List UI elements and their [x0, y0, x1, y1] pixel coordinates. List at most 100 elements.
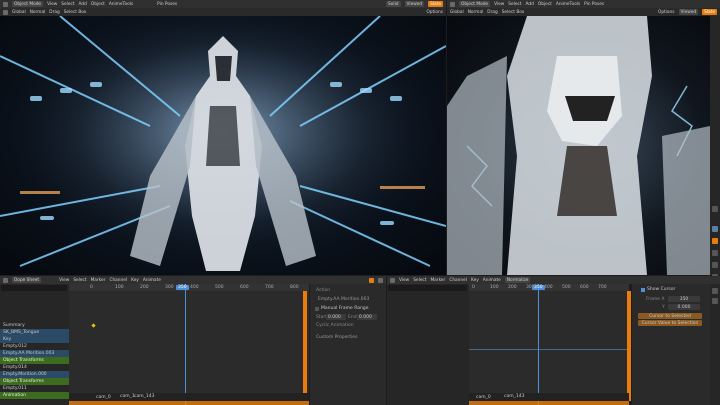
- menu-select[interactable]: Select: [73, 278, 86, 283]
- graph-current-frame[interactable]: 350: [532, 285, 545, 290]
- drag-dropdown[interactable]: Drag: [49, 10, 59, 15]
- constraint-icon[interactable]: [712, 250, 718, 256]
- cursor-frame-field[interactable]: 350: [668, 296, 700, 302]
- view-tab-icon[interactable]: [712, 298, 718, 304]
- editor-type-icon[interactable]: [3, 1, 8, 7]
- menu-view[interactable]: View: [59, 278, 69, 283]
- dopesheet-timeline[interactable]: [69, 284, 309, 405]
- editor-type-icon[interactable]: [3, 277, 8, 283]
- object-icon[interactable]: [712, 238, 718, 244]
- show-cursor-checkbox[interactable]: [641, 288, 645, 292]
- viewport-right[interactable]: [447, 16, 710, 275]
- menu-animate[interactable]: Animate: [483, 278, 501, 283]
- menu-marker[interactable]: Marker: [91, 278, 106, 283]
- action-name[interactable]: Empty.AA Morition.003: [318, 297, 369, 302]
- channel-row[interactable]: Empty.Morition.000: [0, 371, 69, 378]
- channel-row[interactable]: SK_BMS_Tongue: [0, 329, 69, 336]
- shading-button[interactable]: Viewed: [678, 9, 699, 15]
- editor-type-icon[interactable]: [390, 277, 395, 283]
- menu-view[interactable]: View: [494, 2, 504, 7]
- marker-cam-0[interactable]: cam_0: [96, 395, 111, 400]
- marker-cam-143[interactable]: cam_143: [134, 394, 154, 399]
- playhead-line[interactable]: [185, 284, 186, 405]
- menu-animetools[interactable]: AnimeTools: [109, 2, 133, 7]
- viewport-right-subheader: Global Normal Drag Select Box Options Vi…: [447, 8, 720, 16]
- channel-row[interactable]: Empty.AA Morition.003: [0, 350, 69, 357]
- channel-row[interactable]: Empty.014: [0, 364, 69, 371]
- menu-channel[interactable]: Channel: [449, 278, 467, 283]
- manual-frame-range-checkbox[interactable]: [315, 307, 319, 311]
- current-frame-indicator[interactable]: 350: [176, 285, 189, 290]
- cyclic-animation-label[interactable]: Cyclic Animation: [316, 323, 354, 328]
- dopesheet-scrollbar[interactable]: [69, 401, 309, 405]
- channel-row[interactable]: Key: [0, 336, 69, 343]
- menu-key[interactable]: Key: [471, 278, 479, 283]
- graph-area[interactable]: [469, 284, 629, 405]
- drag-dropdown[interactable]: Drag: [487, 10, 497, 15]
- transform-icon[interactable]: [3, 9, 8, 15]
- select-box-dropdown[interactable]: Select Box: [502, 10, 525, 15]
- menu-add[interactable]: Add: [79, 2, 87, 7]
- filter-icon[interactable]: [369, 277, 374, 283]
- channel-row[interactable]: Object Transforms: [0, 357, 69, 364]
- menu-animate[interactable]: Animate: [143, 278, 161, 283]
- graph-marker-cam-143[interactable]: cam_143: [504, 394, 524, 399]
- overlay-button[interactable]: Solid: [386, 1, 401, 7]
- transform-orientation[interactable]: Global: [12, 10, 26, 15]
- channel-row[interactable]: Animation: [0, 392, 69, 399]
- cursor-to-selected-button[interactable]: Cursor to Selected: [638, 313, 702, 319]
- channel-label: Empty.AA Morition.003: [3, 351, 55, 356]
- render-button[interactable]: Slate: [428, 1, 443, 7]
- menu-key[interactable]: Key: [131, 278, 139, 283]
- channel-search-input[interactable]: [1, 285, 67, 291]
- marker-cam-1[interactable]: cam_1: [120, 394, 135, 399]
- menu-object[interactable]: Object: [538, 2, 552, 7]
- graph-tick-label: 200: [508, 285, 517, 290]
- graph-search-input[interactable]: [388, 285, 467, 291]
- dopesheet-mode[interactable]: Dope Sheet: [12, 277, 42, 283]
- menu-channel[interactable]: Channel: [109, 278, 127, 283]
- menu-view[interactable]: View: [399, 278, 409, 283]
- modifier-icon[interactable]: [712, 226, 718, 232]
- mode-dropdown[interactable]: Object Mode: [12, 1, 44, 7]
- menu-select[interactable]: Select: [61, 2, 74, 7]
- render-button[interactable]: Slate: [702, 9, 717, 15]
- summary-row[interactable]: Summary: [0, 322, 69, 329]
- tool-icon[interactable]: [712, 206, 718, 212]
- start-field[interactable]: 0.000: [326, 314, 346, 320]
- pin-poses-button[interactable]: Pin Poses: [157, 2, 177, 7]
- channel-row[interactable]: Empty.012: [0, 343, 69, 350]
- transform-orientation[interactable]: Global: [450, 10, 464, 15]
- pivot-dropdown[interactable]: Normal: [30, 10, 46, 15]
- menu-marker[interactable]: Marker: [430, 278, 445, 283]
- pin-poses-button[interactable]: Pin Poses: [584, 2, 604, 7]
- options-dropdown[interactable]: Options: [658, 10, 675, 15]
- menu-select[interactable]: Select: [413, 278, 426, 283]
- shading-button[interactable]: Viewed: [404, 1, 425, 7]
- custom-properties-header[interactable]: Custom Properties: [316, 335, 357, 340]
- menu-view[interactable]: View: [47, 2, 57, 7]
- menu-object[interactable]: Object: [91, 2, 105, 7]
- mode-dropdown[interactable]: Object Mode: [459, 1, 491, 7]
- menu-select[interactable]: Select: [508, 2, 521, 7]
- graph-playhead-line[interactable]: [538, 284, 539, 405]
- editor-type-icon[interactable]: [450, 1, 455, 7]
- graph-marker-cam-0[interactable]: cam_0: [476, 395, 491, 400]
- normalize-toggle[interactable]: Normalize: [504, 277, 531, 283]
- cursor-value-to-selection-button[interactable]: Cursor Value to Selection: [638, 320, 702, 326]
- cursor-y-field[interactable]: 0.000: [668, 304, 700, 310]
- menu-add[interactable]: Add: [526, 2, 534, 7]
- pivot-dropdown[interactable]: Normal: [468, 10, 484, 15]
- snap-icon[interactable]: [378, 277, 383, 283]
- channel-row[interactable]: Empty.011: [0, 385, 69, 392]
- menu-animetools[interactable]: AnimeTools: [556, 2, 580, 7]
- channel-row[interactable]: Object Transforms: [0, 378, 69, 385]
- data-icon[interactable]: [712, 262, 718, 268]
- item-tab-icon[interactable]: [712, 288, 718, 294]
- right-toolbar: [710, 16, 720, 280]
- select-box-dropdown[interactable]: Select Box: [64, 10, 87, 15]
- viewport-left[interactable]: [0, 16, 446, 275]
- end-field[interactable]: 0.000: [357, 314, 377, 320]
- options-dropdown[interactable]: Options: [426, 10, 443, 15]
- graph-scrollbar[interactable]: [469, 401, 629, 405]
